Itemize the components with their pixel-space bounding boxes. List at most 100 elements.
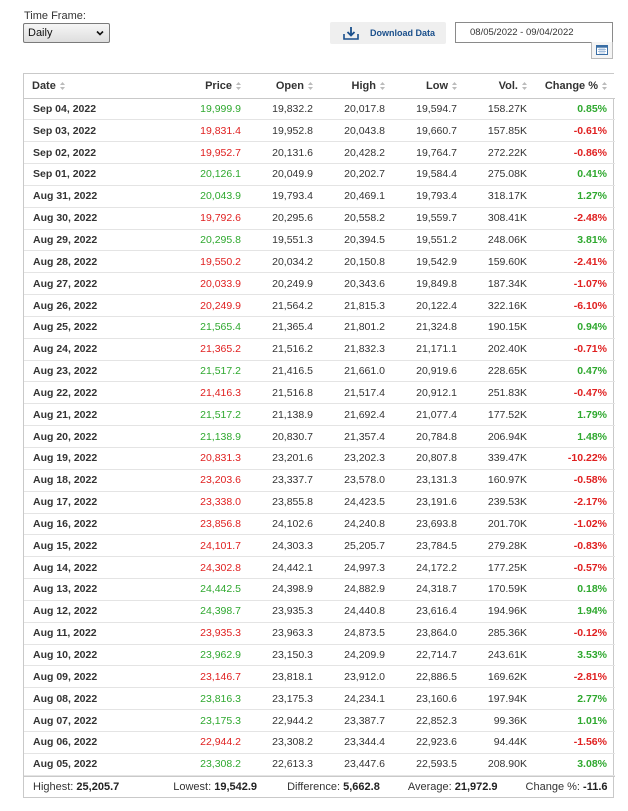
table-row: Aug 29, 2022 20,295.8 19,551.3 20,394.5 19,5… xyxy=(24,229,615,252)
cell-volume: 158.27K xyxy=(465,98,535,121)
column-header-price[interactable]: Price xyxy=(149,74,249,99)
column-header-low[interactable]: Low xyxy=(393,74,465,99)
cell-open: 19,551.3 xyxy=(249,229,321,252)
cell-price: 24,398.7 xyxy=(149,600,249,623)
cell-price: 23,856.8 xyxy=(149,513,249,536)
cell-volume: 248.06K xyxy=(465,229,535,252)
cell-date: Aug 22, 2022 xyxy=(24,381,149,405)
time-frame-select[interactable]: Daily xyxy=(23,23,110,43)
sort-icon xyxy=(236,81,241,90)
cell-open: 24,398.9 xyxy=(249,578,321,601)
cell-high: 24,440.8 xyxy=(321,600,393,623)
column-header-volume[interactable]: Vol. xyxy=(465,74,535,99)
table-row: Aug 27, 2022 20,033.9 20,249.9 20,343.6 19,8… xyxy=(24,272,615,296)
cell-low: 19,660.7 xyxy=(393,119,465,143)
time-frame-label: Time Frame: xyxy=(24,10,86,22)
cell-volume: 206.94K xyxy=(465,425,535,448)
column-header-high[interactable]: High xyxy=(321,74,393,99)
cell-open: 23,201.6 xyxy=(249,447,321,470)
cell-open: 23,818.1 xyxy=(249,665,321,689)
cell-date: Aug 09, 2022 xyxy=(24,665,149,689)
cell-low: 19,764.7 xyxy=(393,141,465,165)
cell-change: -0.57% xyxy=(535,556,615,580)
cell-change: 0.94% xyxy=(535,316,615,339)
table-row: Aug 18, 2022 23,203.6 23,337.7 23,578.0 23,1… xyxy=(24,469,615,492)
cell-high: 21,801.2 xyxy=(321,316,393,339)
table-row: Aug 31, 2022 20,043.9 19,793.4 20,469.1 19,7… xyxy=(24,185,615,208)
cell-date: Aug 15, 2022 xyxy=(24,534,149,558)
cell-volume: 201.70K xyxy=(465,513,535,536)
cell-change: 1.48% xyxy=(535,425,615,448)
cell-high: 24,423.5 xyxy=(321,491,393,514)
cell-date: Aug 25, 2022 xyxy=(24,316,149,339)
cell-volume: 197.94K xyxy=(465,687,535,711)
calendar-icon xyxy=(596,45,608,55)
column-header-date[interactable]: Date xyxy=(24,74,149,99)
cell-date: Aug 14, 2022 xyxy=(24,556,149,580)
cell-price: 19,952.7 xyxy=(149,141,249,165)
cell-change: -2.17% xyxy=(535,491,615,514)
cell-change: -2.81% xyxy=(535,665,615,689)
cell-open: 23,337.7 xyxy=(249,469,321,492)
cell-date: Aug 11, 2022 xyxy=(24,622,149,645)
cell-volume: 157.85K xyxy=(465,119,535,143)
table-row: Aug 26, 2022 20,249.9 21,564.2 21,815.3 20,1… xyxy=(24,294,615,317)
table-row: Aug 08, 2022 23,816.3 23,175.3 24,234.1 23,1… xyxy=(24,687,615,711)
cell-price: 20,043.9 xyxy=(149,185,249,208)
cell-change: 3.81% xyxy=(535,229,615,252)
calendar-button[interactable] xyxy=(591,42,613,59)
cell-date: Aug 31, 2022 xyxy=(24,185,149,208)
download-data-button[interactable]: Download Data xyxy=(330,22,446,44)
cell-high: 23,447.6 xyxy=(321,753,393,776)
cell-volume: 177.25K xyxy=(465,556,535,580)
cell-volume: 318.17K xyxy=(465,185,535,208)
sort-icon xyxy=(308,81,313,90)
cell-price: 21,416.3 xyxy=(149,381,249,405)
cell-high: 20,469.1 xyxy=(321,185,393,208)
cell-low: 22,923.6 xyxy=(393,731,465,754)
cell-open: 19,832.2 xyxy=(249,98,321,121)
cell-high: 24,209.9 xyxy=(321,644,393,667)
cell-date: Aug 24, 2022 xyxy=(24,338,149,361)
cell-open: 23,935.3 xyxy=(249,600,321,623)
cell-low: 22,714.7 xyxy=(393,644,465,667)
cell-low: 19,542.9 xyxy=(393,250,465,274)
cell-change: 1.27% xyxy=(535,185,615,208)
cell-high: 21,357.4 xyxy=(321,425,393,448)
cell-change: 1.94% xyxy=(535,600,615,623)
cell-change: -0.47% xyxy=(535,381,615,405)
sort-icon xyxy=(380,81,385,90)
table-row: Sep 01, 2022 20,126.1 20,049.9 20,202.7 19,5… xyxy=(24,163,615,186)
cell-high: 24,873.5 xyxy=(321,622,393,645)
cell-open: 20,034.2 xyxy=(249,250,321,274)
cell-high: 20,558.2 xyxy=(321,207,393,230)
table-row: Aug 28, 2022 19,550.2 20,034.2 20,150.8 19,5… xyxy=(24,250,615,274)
date-range-input[interactable]: 08/05/2022 - 09/04/2022 xyxy=(455,22,613,43)
cell-open: 20,131.6 xyxy=(249,141,321,165)
cell-change: -0.86% xyxy=(535,141,615,165)
download-data-label: Download Data xyxy=(370,28,436,38)
cell-price: 22,944.2 xyxy=(149,731,249,754)
cell-date: Aug 16, 2022 xyxy=(24,513,149,536)
cell-open: 21,516.2 xyxy=(249,338,321,361)
sort-icon xyxy=(522,81,527,90)
cell-price: 23,935.3 xyxy=(149,622,249,645)
cell-high: 23,387.7 xyxy=(321,709,393,732)
cell-high: 20,343.6 xyxy=(321,272,393,296)
column-header-change[interactable]: Change % xyxy=(535,74,615,99)
cell-date: Aug 12, 2022 xyxy=(24,600,149,623)
table-row: Aug 21, 2022 21,517.2 21,138.9 21,692.4 21,0… xyxy=(24,403,615,427)
cell-price: 23,175.3 xyxy=(149,709,249,732)
table-row: Aug 16, 2022 23,856.8 24,102.6 24,240.8 23,6… xyxy=(24,513,615,536)
cell-low: 20,784.8 xyxy=(393,425,465,448)
cell-volume: 322.16K xyxy=(465,294,535,317)
cell-date: Aug 20, 2022 xyxy=(24,425,149,448)
cell-price: 20,033.9 xyxy=(149,272,249,296)
cell-open: 23,963.3 xyxy=(249,622,321,645)
table-row: Sep 03, 2022 19,831.4 19,952.8 20,043.8 19,6… xyxy=(24,119,615,143)
cell-price: 23,203.6 xyxy=(149,469,249,492)
cell-change: 0.85% xyxy=(535,98,615,121)
cell-change: 1.79% xyxy=(535,403,615,427)
cell-high: 23,912.0 xyxy=(321,665,393,689)
column-header-open[interactable]: Open xyxy=(249,74,321,99)
